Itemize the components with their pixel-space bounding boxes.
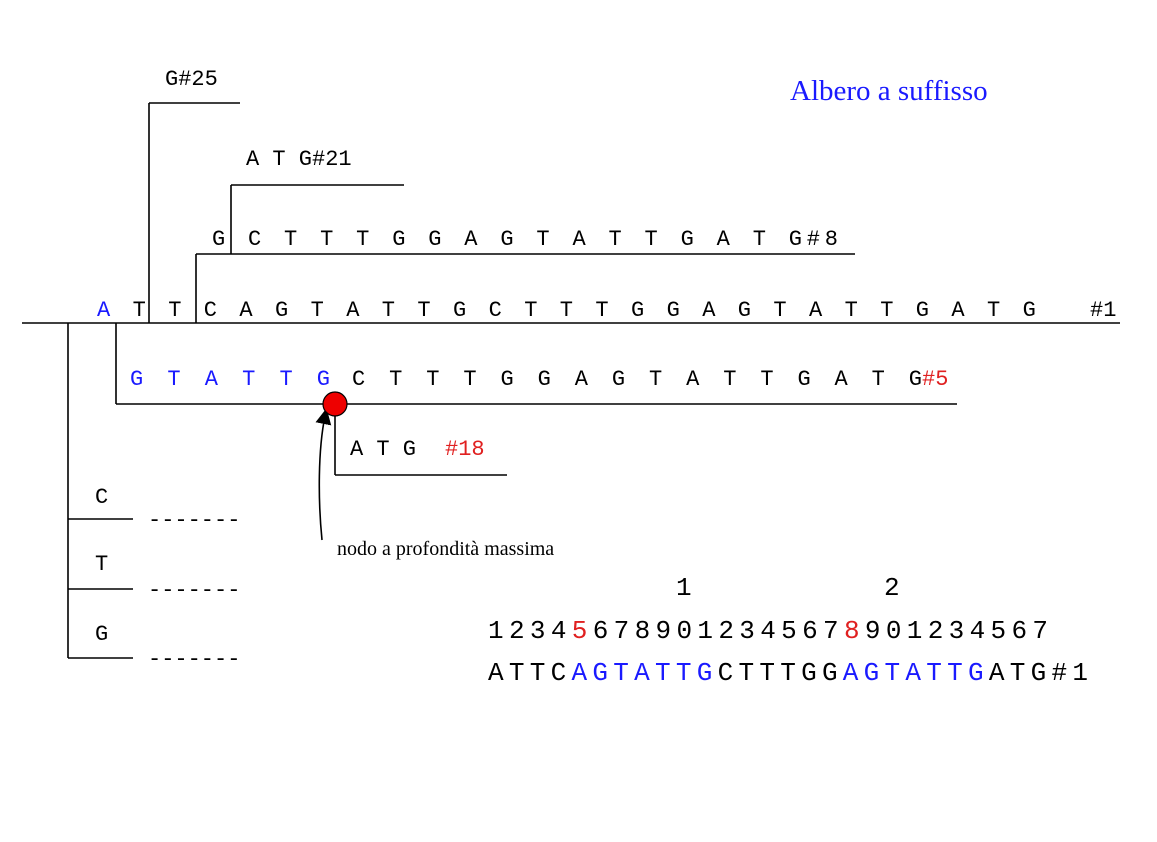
branch5-prefix: G T A T T G: [130, 367, 330, 392]
deepest-node: [322, 391, 348, 417]
indexed-sequence: ATTC AGTATTG CTTTGG AGTATTG ATG#1: [488, 658, 1088, 688]
main-path-letter: C: [489, 298, 502, 323]
main-path-letter: T: [560, 298, 573, 323]
main-path-letter: T: [417, 298, 430, 323]
branch5-suffix: C T T T G G A G T A T T G A T G: [352, 367, 922, 392]
positions-seg-a: 1234: [488, 616, 566, 646]
main-leaf-label: #1: [1090, 298, 1116, 323]
root-branch-g-label: G: [95, 622, 108, 647]
main-path-letters: ATTCAGTATTGCTTTGGAGTATTGATG: [97, 298, 1036, 323]
main-path-letter: A: [239, 298, 253, 323]
main-path-letter: G: [453, 298, 466, 323]
branch-g8-rest: C T T T G G A G T A T T G A T G#8: [248, 227, 838, 252]
main-path-letter: T: [845, 298, 858, 323]
root-branch-t-dashes: -------: [148, 578, 240, 603]
main-path-letter: G: [1023, 298, 1036, 323]
main-path-letter: T: [311, 298, 324, 323]
main-path-letter: G: [916, 298, 929, 323]
root-branch-g-dashes: -------: [148, 647, 240, 672]
index-tens-2: 2: [884, 573, 900, 603]
main-path-letter: T: [168, 298, 181, 323]
sequence-seg-a: ATTC: [488, 658, 566, 688]
root-branch-c-label: C: [95, 485, 108, 510]
sequence-seg-e: ATG#1: [989, 658, 1088, 688]
deepest-node-note: nodo a profondità massima: [337, 538, 554, 560]
positions-seg-e: 8: [844, 616, 860, 646]
index-positions: 1234 5 67890123456 7 8 901234567: [488, 616, 1048, 646]
index-tens-1: 1: [676, 573, 692, 603]
main-path-letter: A: [951, 298, 965, 323]
main-path-letter: A: [809, 298, 823, 323]
main-path-letter: A: [97, 298, 111, 323]
branch5-leaf: #5: [922, 367, 948, 392]
diagram-title: Albero a suffisso: [790, 75, 988, 107]
main-path-letter: G: [738, 298, 751, 323]
sequence-seg-d: AGTATTG: [843, 658, 984, 688]
sequence-seg-b: AGTATTG: [571, 658, 712, 688]
root-branch-c-dashes: -------: [148, 508, 240, 533]
root-branch-t-label: T: [95, 552, 108, 577]
main-path-letter: T: [987, 298, 1000, 323]
main-path-letter: C: [204, 298, 217, 323]
main-path-letter: T: [595, 298, 608, 323]
main-path-letter: T: [773, 298, 786, 323]
main-path-letter: T: [133, 298, 146, 323]
main-path-letter: T: [524, 298, 537, 323]
main-path-letter: A: [702, 298, 716, 323]
main-path-letter: G: [275, 298, 288, 323]
main-path-letter: G: [667, 298, 680, 323]
branch-g8-first: G: [212, 227, 225, 252]
main-path-letter: A: [346, 298, 360, 323]
branch-g25-label: G#25: [165, 67, 218, 92]
positions-seg-d: 7: [823, 616, 839, 646]
positions-seg-c: 67890123456: [593, 616, 818, 646]
branch18-leaf: #18: [445, 437, 485, 462]
arrow: [315, 408, 332, 541]
suffix-tree-diagram: Albero a suffisso ATTCAGTATTGCTTTGGAGTAT…: [22, 67, 1120, 688]
positions-seg-f: 901234567: [865, 616, 1048, 646]
main-path-letter: G: [631, 298, 644, 323]
main-path-letter: T: [382, 298, 395, 323]
main-path-letter: T: [880, 298, 893, 323]
branch-atg21-label: A T G#21: [246, 147, 352, 172]
positions-seg-b: 5: [572, 616, 588, 646]
sequence-seg-c: CTTTGG: [718, 658, 838, 688]
branch18-text: A T G: [350, 437, 416, 462]
